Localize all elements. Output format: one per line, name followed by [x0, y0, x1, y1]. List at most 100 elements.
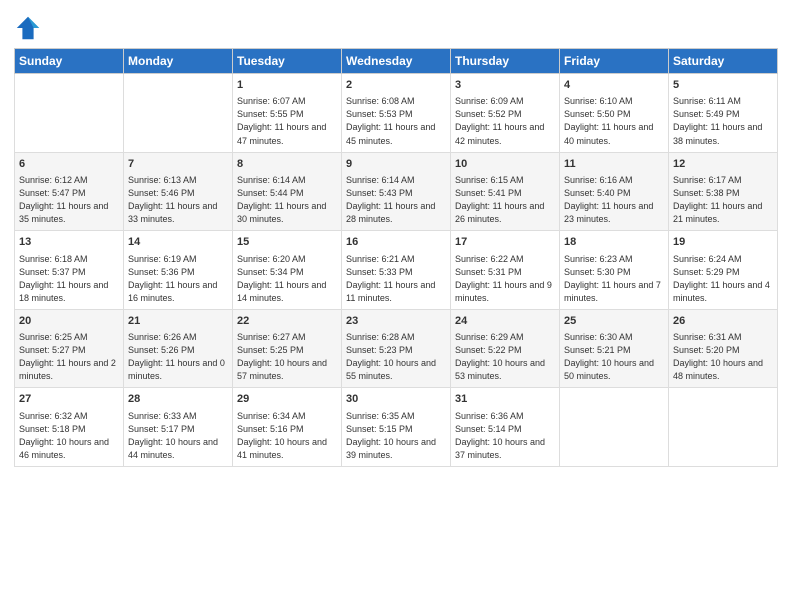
day-cell: 15 Sunrise: 6:20 AM Sunset: 5:34 PM Dayli…	[233, 231, 342, 310]
day-info: Sunrise: 6:28 AM Sunset: 5:23 PM Dayligh…	[346, 331, 446, 383]
col-header-tuesday: Tuesday	[233, 49, 342, 74]
day-cell	[560, 388, 669, 467]
day-number: 20	[19, 314, 119, 329]
col-header-monday: Monday	[124, 49, 233, 74]
day-cell: 29Sunrise: 6:34 AM Sunset: 5:16 PM Dayli…	[233, 388, 342, 467]
day-cell: 2 Sunrise: 6:08 AM Sunset: 5:53 PM Daylig…	[342, 74, 451, 153]
day-info: Sunrise: 6:13 AM Sunset: 5:46 PM Dayligh…	[128, 174, 228, 226]
day-info: Sunrise: 6:15 AM Sunset: 5:41 PM Dayligh…	[455, 174, 555, 226]
day-cell: 30 Sunrise: 6:35 AM Sunset: 5:15 PM Dayli…	[342, 388, 451, 467]
day-cell: 11 Sunrise: 6:16 AM Sunset: 5:40 PM Dayli…	[560, 152, 669, 231]
col-header-sunday: Sunday	[15, 49, 124, 74]
day-info: Sunrise: 6:16 AM Sunset: 5:40 PM Dayligh…	[564, 174, 664, 226]
day-cell: 7 Sunrise: 6:13 AM Sunset: 5:46 PM Daylig…	[124, 152, 233, 231]
day-info: Sunrise: 6:24 AM Sunset: 5:29 PM Dayligh…	[673, 253, 773, 305]
day-cell: 21 Sunrise: 6:26 AM Sunset: 5:26 PM Dayli…	[124, 309, 233, 388]
week-row-1: 1 Sunrise: 6:07 AM Sunset: 5:55 PM Daylig…	[15, 74, 778, 153]
day-cell: 28 Sunrise: 6:33 AM Sunset: 5:17 PM Dayli…	[124, 388, 233, 467]
day-info: Sunrise: 6:10 AM Sunset: 5:50 PM Dayligh…	[564, 95, 664, 147]
day-cell	[15, 74, 124, 153]
day-info: Sunrise: 6:27 AM Sunset: 5:25 PM Dayligh…	[237, 331, 337, 383]
day-info: Sunrise: 6:36 AM Sunset: 5:14 PM Dayligh…	[455, 410, 555, 462]
day-number: 9	[346, 157, 446, 172]
day-cell: 10 Sunrise: 6:15 AM Sunset: 5:41 PM Dayli…	[451, 152, 560, 231]
day-info: Sunrise: 6:14 AM Sunset: 5:44 PM Dayligh…	[237, 174, 337, 226]
day-cell: 18 Sunrise: 6:23 AM Sunset: 5:30 PM Dayli…	[560, 231, 669, 310]
day-number: 30	[346, 392, 446, 407]
day-info: Sunrise: 6:31 AM Sunset: 5:20 PM Dayligh…	[673, 331, 773, 383]
day-number: 4	[564, 78, 664, 93]
day-cell: 17Sunrise: 6:22 AM Sunset: 5:31 PM Dayli…	[451, 231, 560, 310]
header-row: SundayMondayTuesdayWednesdayThursdayFrid…	[15, 49, 778, 74]
day-number: 5	[673, 78, 773, 93]
day-number: 24	[455, 314, 555, 329]
day-number: 1	[237, 78, 337, 93]
day-number: 8	[237, 157, 337, 172]
day-info: Sunrise: 6:25 AM Sunset: 5:27 PM Dayligh…	[19, 331, 119, 383]
day-number: 15	[237, 235, 337, 250]
day-info: Sunrise: 6:09 AM Sunset: 5:52 PM Dayligh…	[455, 95, 555, 147]
day-cell: 22 Sunrise: 6:27 AM Sunset: 5:25 PM Dayli…	[233, 309, 342, 388]
day-info: Sunrise: 6:29 AM Sunset: 5:22 PM Dayligh…	[455, 331, 555, 383]
day-number: 2	[346, 78, 446, 93]
day-info: Sunrise: 6:35 AM Sunset: 5:15 PM Dayligh…	[346, 410, 446, 462]
day-number: 3	[455, 78, 555, 93]
day-number: 25	[564, 314, 664, 329]
day-number: 13	[19, 235, 119, 250]
week-row-2: 6Sunrise: 6:12 AM Sunset: 5:47 PM Daylig…	[15, 152, 778, 231]
day-number: 14	[128, 235, 228, 250]
day-info: Sunrise: 6:30 AM Sunset: 5:21 PM Dayligh…	[564, 331, 664, 383]
day-info: Sunrise: 6:34 AM Sunset: 5:16 PM Dayligh…	[237, 410, 337, 462]
day-number: 28	[128, 392, 228, 407]
day-cell: 20 Sunrise: 6:25 AM Sunset: 5:27 PM Dayli…	[15, 309, 124, 388]
day-cell: 31 Sunrise: 6:36 AM Sunset: 5:14 PM Dayli…	[451, 388, 560, 467]
day-info: Sunrise: 6:23 AM Sunset: 5:30 PM Dayligh…	[564, 253, 664, 305]
day-number: 10	[455, 157, 555, 172]
day-number: 31	[455, 392, 555, 407]
day-info: Sunrise: 6:26 AM Sunset: 5:26 PM Dayligh…	[128, 331, 228, 383]
day-number: 17	[455, 235, 555, 250]
day-cell: 14 Sunrise: 6:19 AM Sunset: 5:36 PM Dayli…	[124, 231, 233, 310]
day-cell: 1 Sunrise: 6:07 AM Sunset: 5:55 PM Daylig…	[233, 74, 342, 153]
day-number: 7	[128, 157, 228, 172]
day-number: 27	[19, 392, 119, 407]
day-info: Sunrise: 6:19 AM Sunset: 5:36 PM Dayligh…	[128, 253, 228, 305]
day-number: 18	[564, 235, 664, 250]
day-cell: 12 Sunrise: 6:17 AM Sunset: 5:38 PM Dayli…	[669, 152, 778, 231]
col-header-saturday: Saturday	[669, 49, 778, 74]
day-number: 26	[673, 314, 773, 329]
day-cell: 16Sunrise: 6:21 AM Sunset: 5:33 PM Dayli…	[342, 231, 451, 310]
day-cell: 13 Sunrise: 6:18 AM Sunset: 5:37 PM Dayli…	[15, 231, 124, 310]
day-cell: 6Sunrise: 6:12 AM Sunset: 5:47 PM Daylig…	[15, 152, 124, 231]
logo	[14, 14, 46, 42]
day-info: Sunrise: 6:07 AM Sunset: 5:55 PM Dayligh…	[237, 95, 337, 147]
day-number: 12	[673, 157, 773, 172]
day-cell: 26 Sunrise: 6:31 AM Sunset: 5:20 PM Dayli…	[669, 309, 778, 388]
day-info: Sunrise: 6:21 AM Sunset: 5:33 PM Dayligh…	[346, 253, 446, 305]
week-row-3: 13 Sunrise: 6:18 AM Sunset: 5:37 PM Dayli…	[15, 231, 778, 310]
day-cell: 5Sunrise: 6:11 AM Sunset: 5:49 PM Daylig…	[669, 74, 778, 153]
calendar-table: SundayMondayTuesdayWednesdayThursdayFrid…	[14, 48, 778, 467]
day-info: Sunrise: 6:18 AM Sunset: 5:37 PM Dayligh…	[19, 253, 119, 305]
day-cell	[124, 74, 233, 153]
day-cell: 25 Sunrise: 6:30 AM Sunset: 5:21 PM Dayli…	[560, 309, 669, 388]
day-cell: 4 Sunrise: 6:10 AM Sunset: 5:50 PM Daylig…	[560, 74, 669, 153]
day-number: 23	[346, 314, 446, 329]
day-number: 22	[237, 314, 337, 329]
day-number: 21	[128, 314, 228, 329]
day-cell	[669, 388, 778, 467]
day-info: Sunrise: 6:20 AM Sunset: 5:34 PM Dayligh…	[237, 253, 337, 305]
day-number: 11	[564, 157, 664, 172]
day-cell: 23 Sunrise: 6:28 AM Sunset: 5:23 PM Dayli…	[342, 309, 451, 388]
day-number: 19	[673, 235, 773, 250]
col-header-wednesday: Wednesday	[342, 49, 451, 74]
day-info: Sunrise: 6:08 AM Sunset: 5:53 PM Dayligh…	[346, 95, 446, 147]
day-cell: 3 Sunrise: 6:09 AM Sunset: 5:52 PM Daylig…	[451, 74, 560, 153]
day-info: Sunrise: 6:17 AM Sunset: 5:38 PM Dayligh…	[673, 174, 773, 226]
week-row-4: 20 Sunrise: 6:25 AM Sunset: 5:27 PM Dayli…	[15, 309, 778, 388]
week-row-5: 27Sunrise: 6:32 AM Sunset: 5:18 PM Dayli…	[15, 388, 778, 467]
logo-icon	[14, 14, 42, 42]
day-info: Sunrise: 6:33 AM Sunset: 5:17 PM Dayligh…	[128, 410, 228, 462]
col-header-thursday: Thursday	[451, 49, 560, 74]
day-cell: 9Sunrise: 6:14 AM Sunset: 5:43 PM Daylig…	[342, 152, 451, 231]
